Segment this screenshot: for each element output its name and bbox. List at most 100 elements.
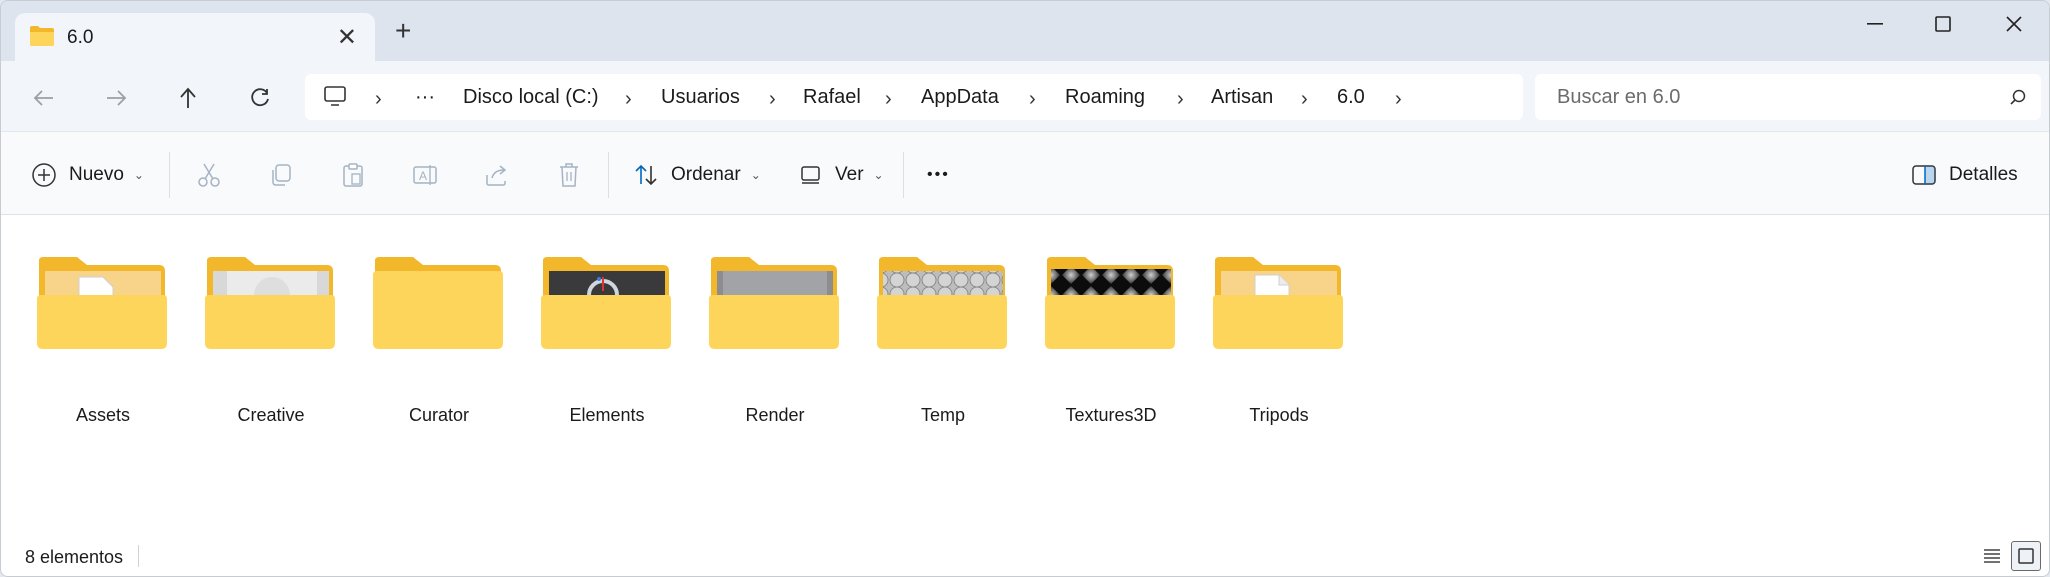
folder-name: Render: [745, 405, 805, 425]
minimize-button[interactable]: [1845, 9, 1905, 39]
folder-item[interactable]: Textures3D: [1041, 245, 1181, 425]
folder-item[interactable]: Tripods: [1209, 245, 1349, 425]
file-explorer-window: 6.0 ✕ + › ··· Disco local (C:) › Usuario…: [0, 0, 2050, 577]
folder-icon: [1213, 257, 1343, 349]
folder-icon: [373, 257, 503, 349]
item-count: 8 elementos: [25, 547, 124, 567]
breadcrumb-item[interactable]: Artisan: [1211, 86, 1273, 109]
folder-icon: [709, 257, 839, 349]
rename-button[interactable]: A: [410, 160, 440, 190]
divider: [138, 545, 139, 567]
folder-item[interactable]: Creative: [201, 245, 341, 425]
scissors-icon: [198, 163, 220, 187]
chevron-right-icon[interactable]: ›: [1395, 88, 1402, 111]
view-icon: [801, 166, 820, 184]
details-view-button[interactable]: [1977, 541, 2007, 571]
folder-icon: [1045, 257, 1175, 349]
more-options-button[interactable]: •••: [927, 160, 950, 190]
svg-text:A: A: [419, 169, 427, 183]
close-icon: [2006, 16, 2022, 32]
copy-button[interactable]: [266, 160, 296, 190]
folder-item[interactable]: Render: [705, 245, 845, 425]
command-bar: Nuevo ⌄ A Ordenar ⌄ Ver ⌄ ••• Detalles: [1, 131, 2049, 215]
chevron-down-icon: ⌄: [873, 168, 884, 182]
status-bar: 8 elementos: [1, 533, 2049, 576]
sort-button[interactable]: Ordenar ⌄: [633, 160, 761, 190]
back-button[interactable]: [29, 83, 59, 113]
clipboard-icon: [343, 163, 363, 187]
chevron-right-icon[interactable]: ›: [375, 88, 382, 111]
folder-name: Textures3D: [1065, 405, 1157, 425]
copy-icon: [272, 164, 291, 186]
new-tab-button[interactable]: +: [395, 17, 411, 45]
chevron-right-icon[interactable]: ›: [625, 88, 632, 111]
folder-item[interactable]: Elements: [537, 245, 677, 425]
sort-icon: [635, 164, 657, 186]
folder-name: Creative: [237, 405, 305, 425]
forward-button[interactable]: [101, 83, 131, 113]
arrow-right-icon: [107, 90, 127, 106]
breadcrumb[interactable]: › ··· Disco local (C:) › Usuarios › Rafa…: [305, 74, 1523, 120]
folder-icon: [541, 257, 671, 349]
large-icons-view-button[interactable]: [2011, 541, 2041, 571]
up-button[interactable]: [173, 83, 203, 113]
folder-icon: [29, 25, 55, 52]
view-button[interactable]: Ver ⌄: [799, 160, 884, 190]
share-button[interactable]: [482, 160, 512, 190]
cut-button[interactable]: [194, 160, 224, 190]
search-box[interactable]: [1535, 74, 2041, 120]
maximize-button[interactable]: [1913, 9, 1973, 39]
divider: [169, 152, 170, 198]
folder-icon: [205, 257, 335, 349]
plus-circle-icon: [32, 163, 56, 187]
breadcrumb-item[interactable]: AppData: [921, 86, 999, 109]
tab-current-folder[interactable]: 6.0 ✕: [15, 13, 375, 61]
folder-name: Curator: [408, 405, 470, 425]
arrow-left-icon: [33, 90, 53, 106]
trash-icon: [560, 163, 578, 187]
breadcrumb-item[interactable]: Roaming: [1065, 86, 1145, 109]
folder-name: Elements: [569, 405, 645, 425]
refresh-button[interactable]: [245, 83, 275, 113]
chevron-right-icon[interactable]: ›: [769, 88, 776, 111]
minimize-icon: [1867, 23, 1883, 25]
folder-name: Assets: [75, 405, 131, 425]
search-input[interactable]: [1535, 74, 1985, 120]
breadcrumb-overflow[interactable]: ···: [415, 86, 435, 109]
tab-title: 6.0: [67, 27, 94, 48]
folder-item[interactable]: Curator: [369, 245, 509, 425]
breadcrumb-item-current[interactable]: 6.0: [1337, 86, 1365, 109]
breadcrumb-item[interactable]: Disco local (C:): [463, 86, 599, 109]
details-label: Detalles: [1949, 164, 2018, 185]
breadcrumb-item[interactable]: Usuarios: [661, 86, 740, 109]
maximize-icon: [1935, 16, 1951, 32]
folder-name: Temp: [920, 405, 965, 425]
details-pane-icon: [1912, 165, 1936, 185]
folder-item[interactable]: Temp: [873, 245, 1013, 425]
view-label: Ver: [835, 164, 864, 185]
paste-button[interactable]: [338, 160, 368, 190]
chevron-right-icon[interactable]: ›: [1177, 88, 1184, 111]
folder-item[interactable]: {} Assets: [33, 245, 173, 425]
tiles-view-icon: [2018, 548, 2034, 564]
new-button[interactable]: Nuevo ⌄: [31, 160, 144, 190]
list-view-icon: [1984, 549, 2000, 563]
address-bar: › ··· Disco local (C:) › Usuarios › Rafa…: [1, 61, 2049, 131]
chevron-right-icon[interactable]: ›: [885, 88, 892, 111]
breadcrumb-item[interactable]: Rafael: [803, 86, 861, 109]
this-pc-icon[interactable]: [323, 85, 347, 112]
title-bar: 6.0 ✕ +: [1, 1, 2049, 61]
search-icon[interactable]: [2009, 88, 2027, 111]
folder-icon: {}: [37, 257, 167, 349]
close-tab-icon[interactable]: ✕: [337, 23, 357, 52]
chevron-right-icon[interactable]: ›: [1301, 88, 1308, 111]
sort-label: Ordenar: [671, 164, 741, 185]
folder-icon: [877, 257, 1007, 349]
refresh-icon: [251, 88, 269, 107]
details-button[interactable]: Detalles: [1911, 160, 2018, 190]
file-list: {} Assets Creative Curator: [1, 215, 2049, 533]
divider: [903, 152, 904, 198]
close-window-button[interactable]: [1984, 9, 2044, 39]
delete-button[interactable]: [554, 160, 584, 190]
chevron-right-icon[interactable]: ›: [1029, 88, 1036, 111]
